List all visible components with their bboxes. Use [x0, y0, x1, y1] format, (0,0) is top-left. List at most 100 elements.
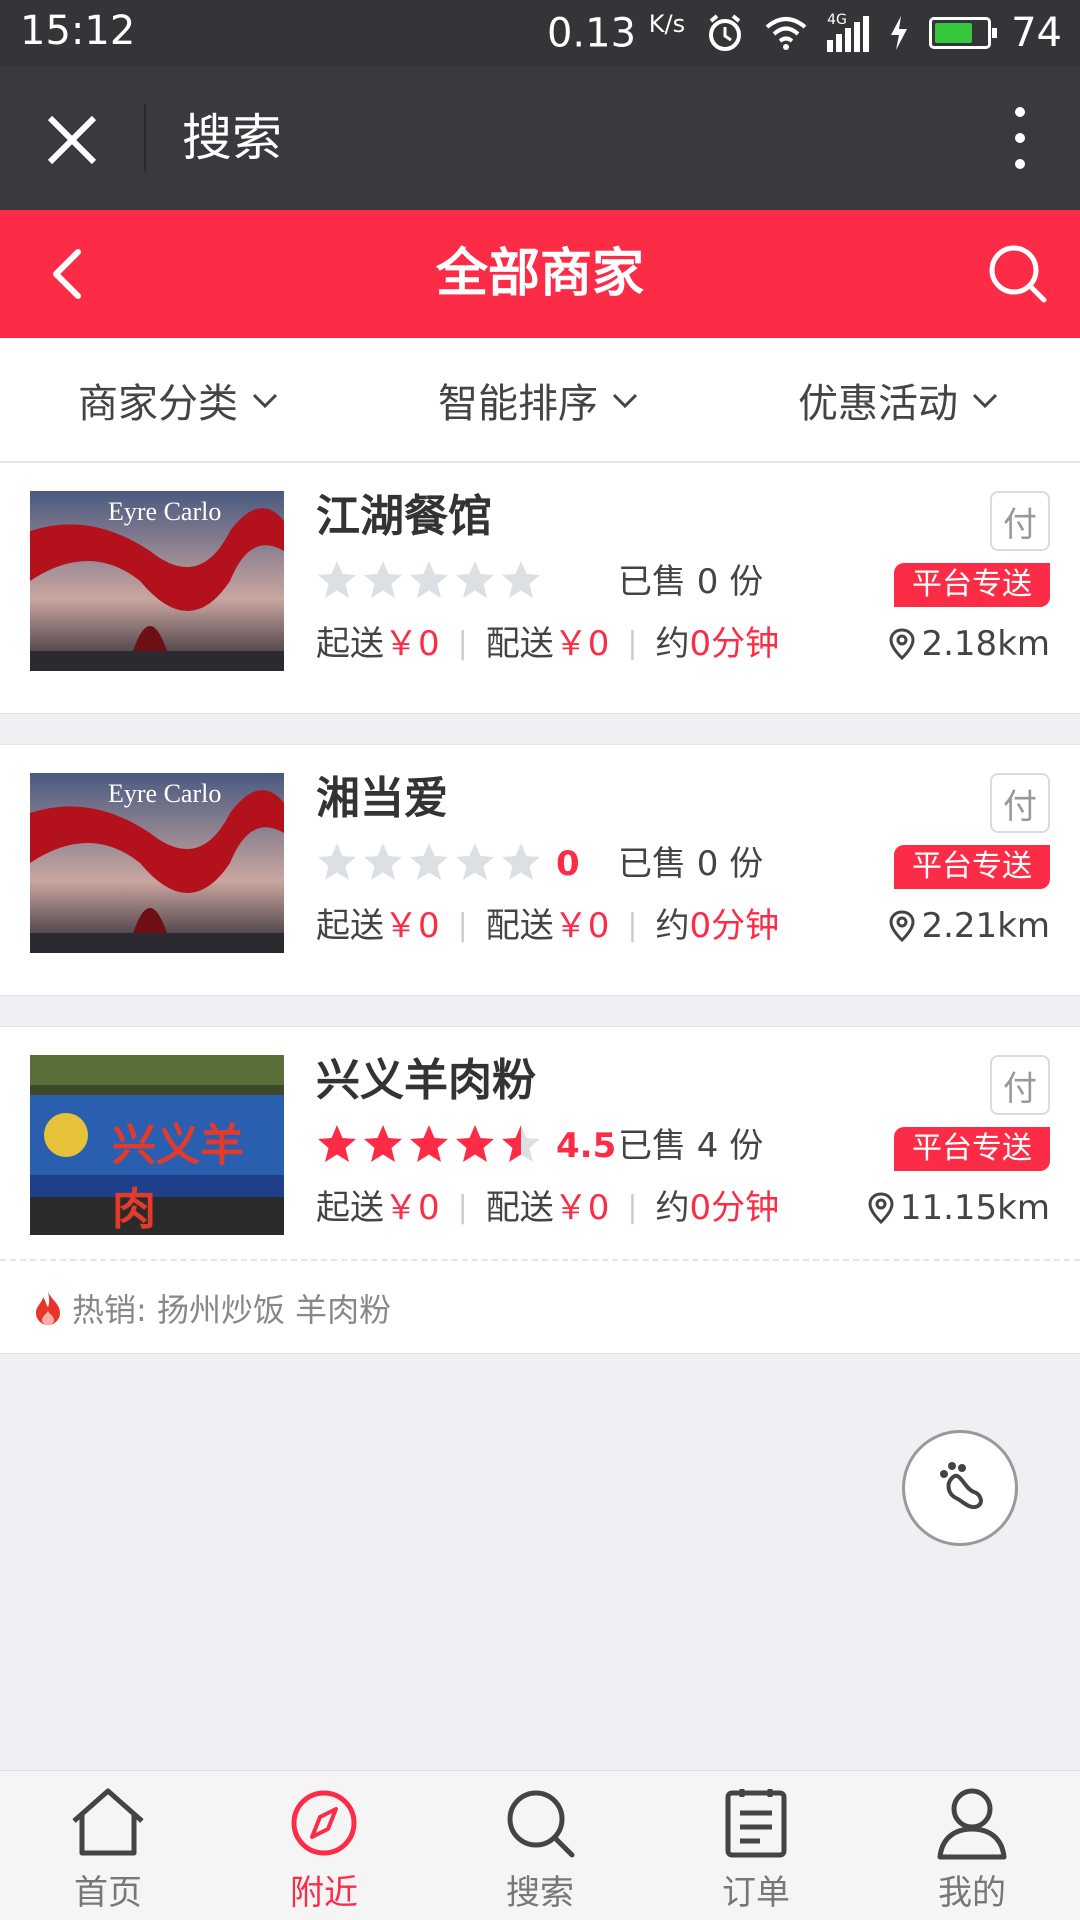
delivery-info: 起送 ￥0 | 配送 ￥0 | 约 0分钟 [316, 903, 779, 949]
min-order-label: 起送 [316, 624, 384, 664]
nav-home[interactable]: 首页 [0, 1771, 216, 1920]
signal-network-label: 4G [827, 12, 847, 28]
shop-image: 兴义羊肉 [30, 1055, 284, 1235]
star-icon [364, 843, 402, 880]
min-order-label: 起送 [316, 906, 384, 946]
delivery-fee-label: 配送 [485, 906, 554, 946]
delivery-fee-label: 配送 [485, 1188, 554, 1228]
delivery-badge: 平台专送 [894, 563, 1050, 607]
nav-label: 搜索 [506, 1873, 574, 1913]
min-order-label: 起送 [316, 1188, 384, 1228]
star-icon [364, 1125, 402, 1162]
more-vertical-icon[interactable] [990, 102, 1050, 174]
user-icon [937, 1788, 1007, 1860]
bottom-nav: 首页 附近 搜索 订单 我的 [0, 1770, 1080, 1920]
shop-name: 江湖餐馆 [316, 491, 492, 542]
sold-count: 已售 0 份 [618, 844, 764, 884]
filter-label: 智能排序 [438, 380, 598, 427]
nav-label: 附近 [290, 1873, 358, 1913]
min-order-value: ￥0 [384, 624, 440, 664]
nav-orders[interactable]: 订单 [648, 1771, 864, 1920]
page-title: 全部商家 [435, 244, 644, 304]
shop-card[interactable]: Eyre Carlo 湘当爱 0 已售 0 份 起送 ￥0 | 配送 ￥0 | … [0, 744, 1080, 996]
home-icon [72, 1788, 144, 1856]
shop-image: Eyre Carlo [30, 773, 284, 953]
battery-icon [929, 17, 998, 49]
delivery-time-label: 约 [655, 906, 690, 946]
filter-label: 商家分类 [78, 380, 238, 427]
divider [144, 104, 146, 172]
filter-sort[interactable]: 智能排序 [360, 338, 720, 461]
nav-search[interactable]: 搜索 [432, 1771, 648, 1920]
alarm-icon [709, 14, 742, 51]
search-icon[interactable] [984, 240, 1050, 306]
search-icon [507, 1790, 575, 1858]
filter-promotion[interactable]: 优惠活动 [720, 338, 1080, 461]
star-icon [502, 1125, 540, 1162]
hot-items-text: 热销: 扬州炒饭 羊肉粉 [72, 1291, 392, 1329]
filter-category[interactable]: 商家分类 [0, 338, 360, 461]
delivery-info: 起送 ￥0 | 配送 ￥0 | 约 0分钟 [316, 1185, 779, 1231]
chevron-down-icon [252, 393, 278, 408]
distance-value: 11.15km [899, 1188, 1050, 1228]
footprint-button[interactable] [902, 1430, 1018, 1546]
min-order-value: ￥0 [384, 906, 440, 946]
rating-stars [316, 841, 542, 887]
distance-value: 2.21km [921, 906, 1050, 946]
footprint-icon [940, 1462, 983, 1509]
shop-image: Eyre Carlo [30, 491, 284, 671]
delivery-time-label: 约 [655, 1188, 690, 1228]
star-icon [456, 1125, 494, 1162]
close-icon[interactable] [42, 110, 102, 170]
network-speed: 0.13 K/s [546, 9, 686, 57]
shop-image-caption: Eyre Carlo [108, 497, 222, 526]
nav-label: 订单 [722, 1873, 790, 1913]
nav-label: 我的 [938, 1873, 1006, 1913]
delivery-fee-label: 配送 [485, 624, 554, 664]
delivery-fee-value: ￥0 [553, 1188, 610, 1228]
delivery-time-value: 0分钟 [689, 1188, 780, 1228]
delivery-badge: 平台专送 [894, 845, 1050, 889]
separator: | [627, 626, 638, 661]
wifi-icon [765, 17, 807, 50]
distance-value: 2.18km [921, 624, 1050, 664]
hot-items-row: 热销: 扬州炒饭 羊肉粉 [0, 1259, 1080, 1355]
separator: | [627, 908, 638, 943]
star-icon [456, 843, 494, 880]
separator: | [457, 1190, 468, 1225]
delivery-badge: 平台专送 [894, 1127, 1050, 1171]
star-icon [456, 561, 494, 598]
shop-image-caption: 兴义羊肉 [112, 1121, 244, 1234]
shop-card[interactable]: 兴义羊肉 兴义羊肉粉 4.5 已售 4 份 起送 ￥0 | 配送 ￥0 | 约 … [0, 1026, 1080, 1354]
pay-badge: 付 [990, 1055, 1050, 1115]
separator: | [627, 1190, 638, 1225]
location-pin-icon [889, 628, 915, 660]
location-pin-icon [889, 910, 915, 942]
distance: 2.18km [889, 621, 1050, 667]
page-header: 全部商家 [0, 210, 1080, 338]
filter-label: 优惠活动 [798, 380, 958, 427]
pay-badge: 付 [990, 491, 1050, 551]
separator: | [457, 908, 468, 943]
delivery-fee-value: ￥0 [553, 906, 610, 946]
delivery-time-label: 约 [655, 624, 690, 664]
rating-stars [316, 1123, 542, 1169]
min-order-value: ￥0 [384, 1188, 440, 1228]
webview-bar: 搜索 [0, 66, 1080, 210]
delivery-time-value: 0分钟 [689, 624, 780, 664]
shop-image-caption: Eyre Carlo [108, 779, 222, 808]
shop-name: 兴义羊肉粉 [316, 1055, 536, 1106]
rating-value: 0 [556, 844, 580, 884]
delivery-time-value: 0分钟 [689, 906, 780, 946]
star-icon [364, 561, 402, 598]
star-icon [410, 843, 448, 880]
status-time: 15:12 [20, 8, 136, 54]
delivery-fee-value: ￥0 [553, 624, 610, 664]
shop-card[interactable]: Eyre Carlo 江湖餐馆 已售 0 份 起送 ￥0 | 配送 ￥0 | 约… [0, 462, 1080, 714]
nav-profile[interactable]: 我的 [864, 1771, 1080, 1920]
distance: 11.15km [868, 1185, 1050, 1231]
nav-nearby[interactable]: 附近 [216, 1771, 432, 1920]
star-icon [410, 561, 448, 598]
chevron-down-icon [612, 393, 638, 408]
filter-bar: 商家分类 智能排序 优惠活动 [0, 338, 1080, 462]
